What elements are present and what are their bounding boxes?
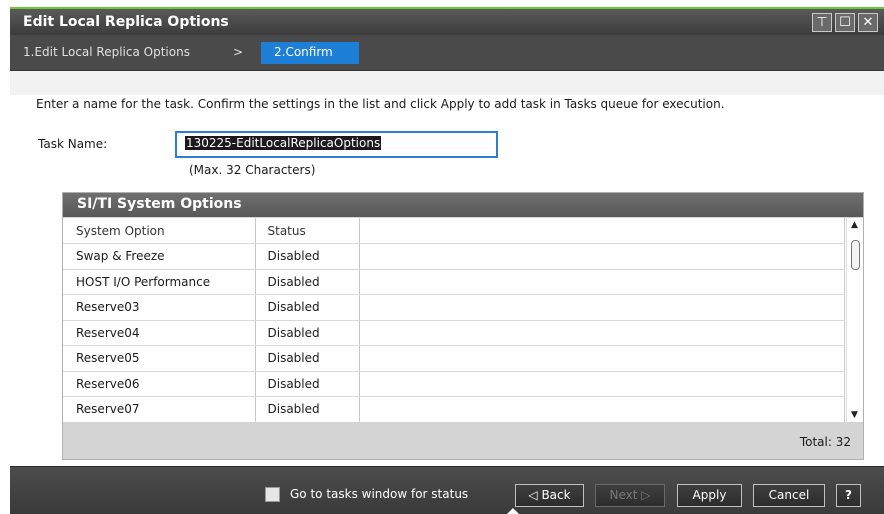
cell-status: Disabled [255,396,360,422]
task-name-input[interactable]: 130225-EditLocalReplicaOptions [175,131,498,158]
cell-filler [359,320,845,346]
cell-status: Disabled [255,371,360,397]
instructions-text: Enter a name for the task. Confirm the s… [36,97,725,111]
step-edit-options: 1.Edit Local Replica Options [23,45,190,59]
cell-status: Disabled [255,294,360,321]
table-row[interactable]: Reserve04 Disabled [63,320,845,346]
next-button[interactable]: Next ▷ [595,484,665,507]
table-row[interactable]: Reserve07 Disabled [63,396,845,422]
footer-bar: Go to tasks window for status ◁ Back Nex… [10,466,884,514]
cell-filler [359,294,845,321]
go-to-tasks-checkbox[interactable] [265,487,280,502]
cell-filler [359,345,845,372]
wizard-steps: 1.Edit Local Replica Options > 2.Confirm [10,35,884,71]
task-name-hint: (Max. 32 Characters) [189,163,316,177]
column-header-status[interactable]: Status [255,218,360,244]
window-title: Edit Local Replica Options [23,14,229,30]
back-button[interactable]: ◁ Back [515,484,584,507]
cell-filler [359,371,845,397]
table-row[interactable]: Reserve06 Disabled [63,371,845,397]
scroll-thumb[interactable] [851,240,860,270]
caret-icon [507,508,519,514]
cell-option: Reserve07 [63,396,256,422]
cell-status: Disabled [255,243,360,270]
cell-option: Reserve03 [63,294,256,321]
step-confirm: 2.Confirm [261,42,359,64]
close-icon[interactable]: ✕ [858,13,878,32]
table-row[interactable]: Reserve05 Disabled [63,345,845,372]
cell-option: Swap & Freeze [63,243,256,270]
cell-filler [359,396,845,422]
step-separator: > [233,45,244,59]
cell-status: Disabled [255,269,360,295]
table-row[interactable]: Reserve03 Disabled [63,294,845,321]
table-row[interactable]: HOST I/O Performance Disabled [63,269,845,295]
system-options-panel: SI/TI System Options System Option Statu… [62,192,864,460]
cell-status: Disabled [255,345,360,372]
go-to-tasks-label[interactable]: Go to tasks window for status [290,487,468,501]
help-button[interactable]: ? [836,484,861,507]
cell-filler [359,269,845,295]
cell-option: HOST I/O Performance [63,269,256,295]
options-table: System Option Status Swap & Freeze Disab… [63,218,845,422]
cell-status: Disabled [255,320,360,346]
column-header-filler [359,218,845,244]
cell-filler [359,243,845,270]
title-bar: Edit Local Replica Options ⊤ ☐ ✕ [10,7,884,35]
task-name-label: Task Name: [38,137,108,151]
apply-button[interactable]: Apply [677,484,742,507]
spacer-band [10,71,884,95]
panel-title: SI/TI System Options [63,193,863,217]
total-value: 32 [835,435,851,449]
table-header-row: System Option Status [63,218,845,244]
pin-icon[interactable]: ⊤ [812,13,832,32]
column-header-system-option[interactable]: System Option [63,218,256,244]
total-label: Total: [799,435,832,449]
window-controls: ⊤ ☐ ✕ [812,13,878,32]
cancel-button[interactable]: Cancel [753,484,825,507]
total-count: Total: 32 [800,435,851,449]
table-row[interactable]: Swap & Freeze Disabled [63,243,845,270]
scroll-down-icon[interactable]: ▼ [851,410,858,420]
maximize-icon[interactable]: ☐ [835,13,855,32]
task-name-value: 130225-EditLocalReplicaOptions [185,136,382,150]
scroll-up-icon[interactable]: ▲ [851,220,858,230]
cell-option: Reserve05 [63,345,256,372]
table-scrollbar[interactable]: ▲ ▼ [846,218,863,422]
cell-option: Reserve06 [63,371,256,397]
cell-option: Reserve04 [63,320,256,346]
options-table-container: System Option Status Swap & Freeze Disab… [63,218,863,422]
